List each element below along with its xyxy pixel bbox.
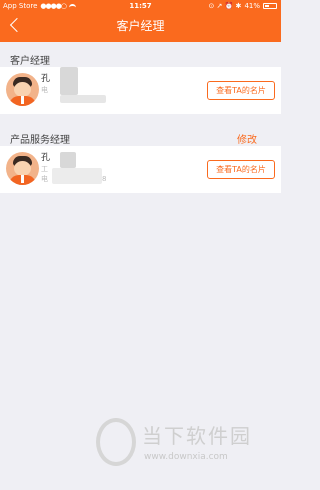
manager-name: 孔 [41,153,51,163]
manager-phone: 电 [41,86,48,94]
battery-level [265,5,269,7]
battery-percent: 41% [244,2,260,10]
status-bar: App Store ●●●●○ 11:57 ⊙ ↗ ⏰ ✱ 41% [0,0,281,12]
view-card-button[interactable]: 查看TA的名片 [207,160,275,179]
watermark-brand: 当下软件园 [142,424,252,448]
battery-icon [263,3,277,9]
manager-name: 孔 [41,74,51,84]
manager-info: 孔 工 电 [41,152,50,184]
avatar [6,73,39,106]
section-title-product-service-manager: 产品服务经理 [10,135,70,146]
redacted-block [52,168,102,184]
redacted-block [60,67,78,95]
redacted-block [60,152,76,168]
manager-info: 孔 电 [41,73,50,95]
watermark-logo-icon [96,418,136,466]
page-title: 客户经理 [116,19,165,33]
status-right: ⊙ ↗ ⏰ ✱ 41% [208,0,277,12]
phone-tail: 8 [102,175,107,183]
section-title-customer-manager: 客户经理 [10,56,50,67]
manager-phone: 电 [41,175,48,183]
status-icons: ⊙ ↗ ⏰ ✱ [208,2,242,10]
product-service-manager-card: 孔 工 电 8 查看TA的名片 [0,146,281,193]
customer-manager-card: 孔 电 查看TA的名片 [0,67,281,114]
app-header: App Store ●●●●○ 11:57 ⊙ ↗ ⏰ ✱ 41% 客户经理 [0,0,281,42]
view-card-button[interactable]: 查看TA的名片 [207,81,275,100]
avatar [6,152,39,185]
manager-line1: 工 [41,165,48,173]
edit-button[interactable]: 修改 [237,131,257,146]
watermark-url: www.downxia.com [144,452,228,462]
redacted-block [60,95,106,103]
